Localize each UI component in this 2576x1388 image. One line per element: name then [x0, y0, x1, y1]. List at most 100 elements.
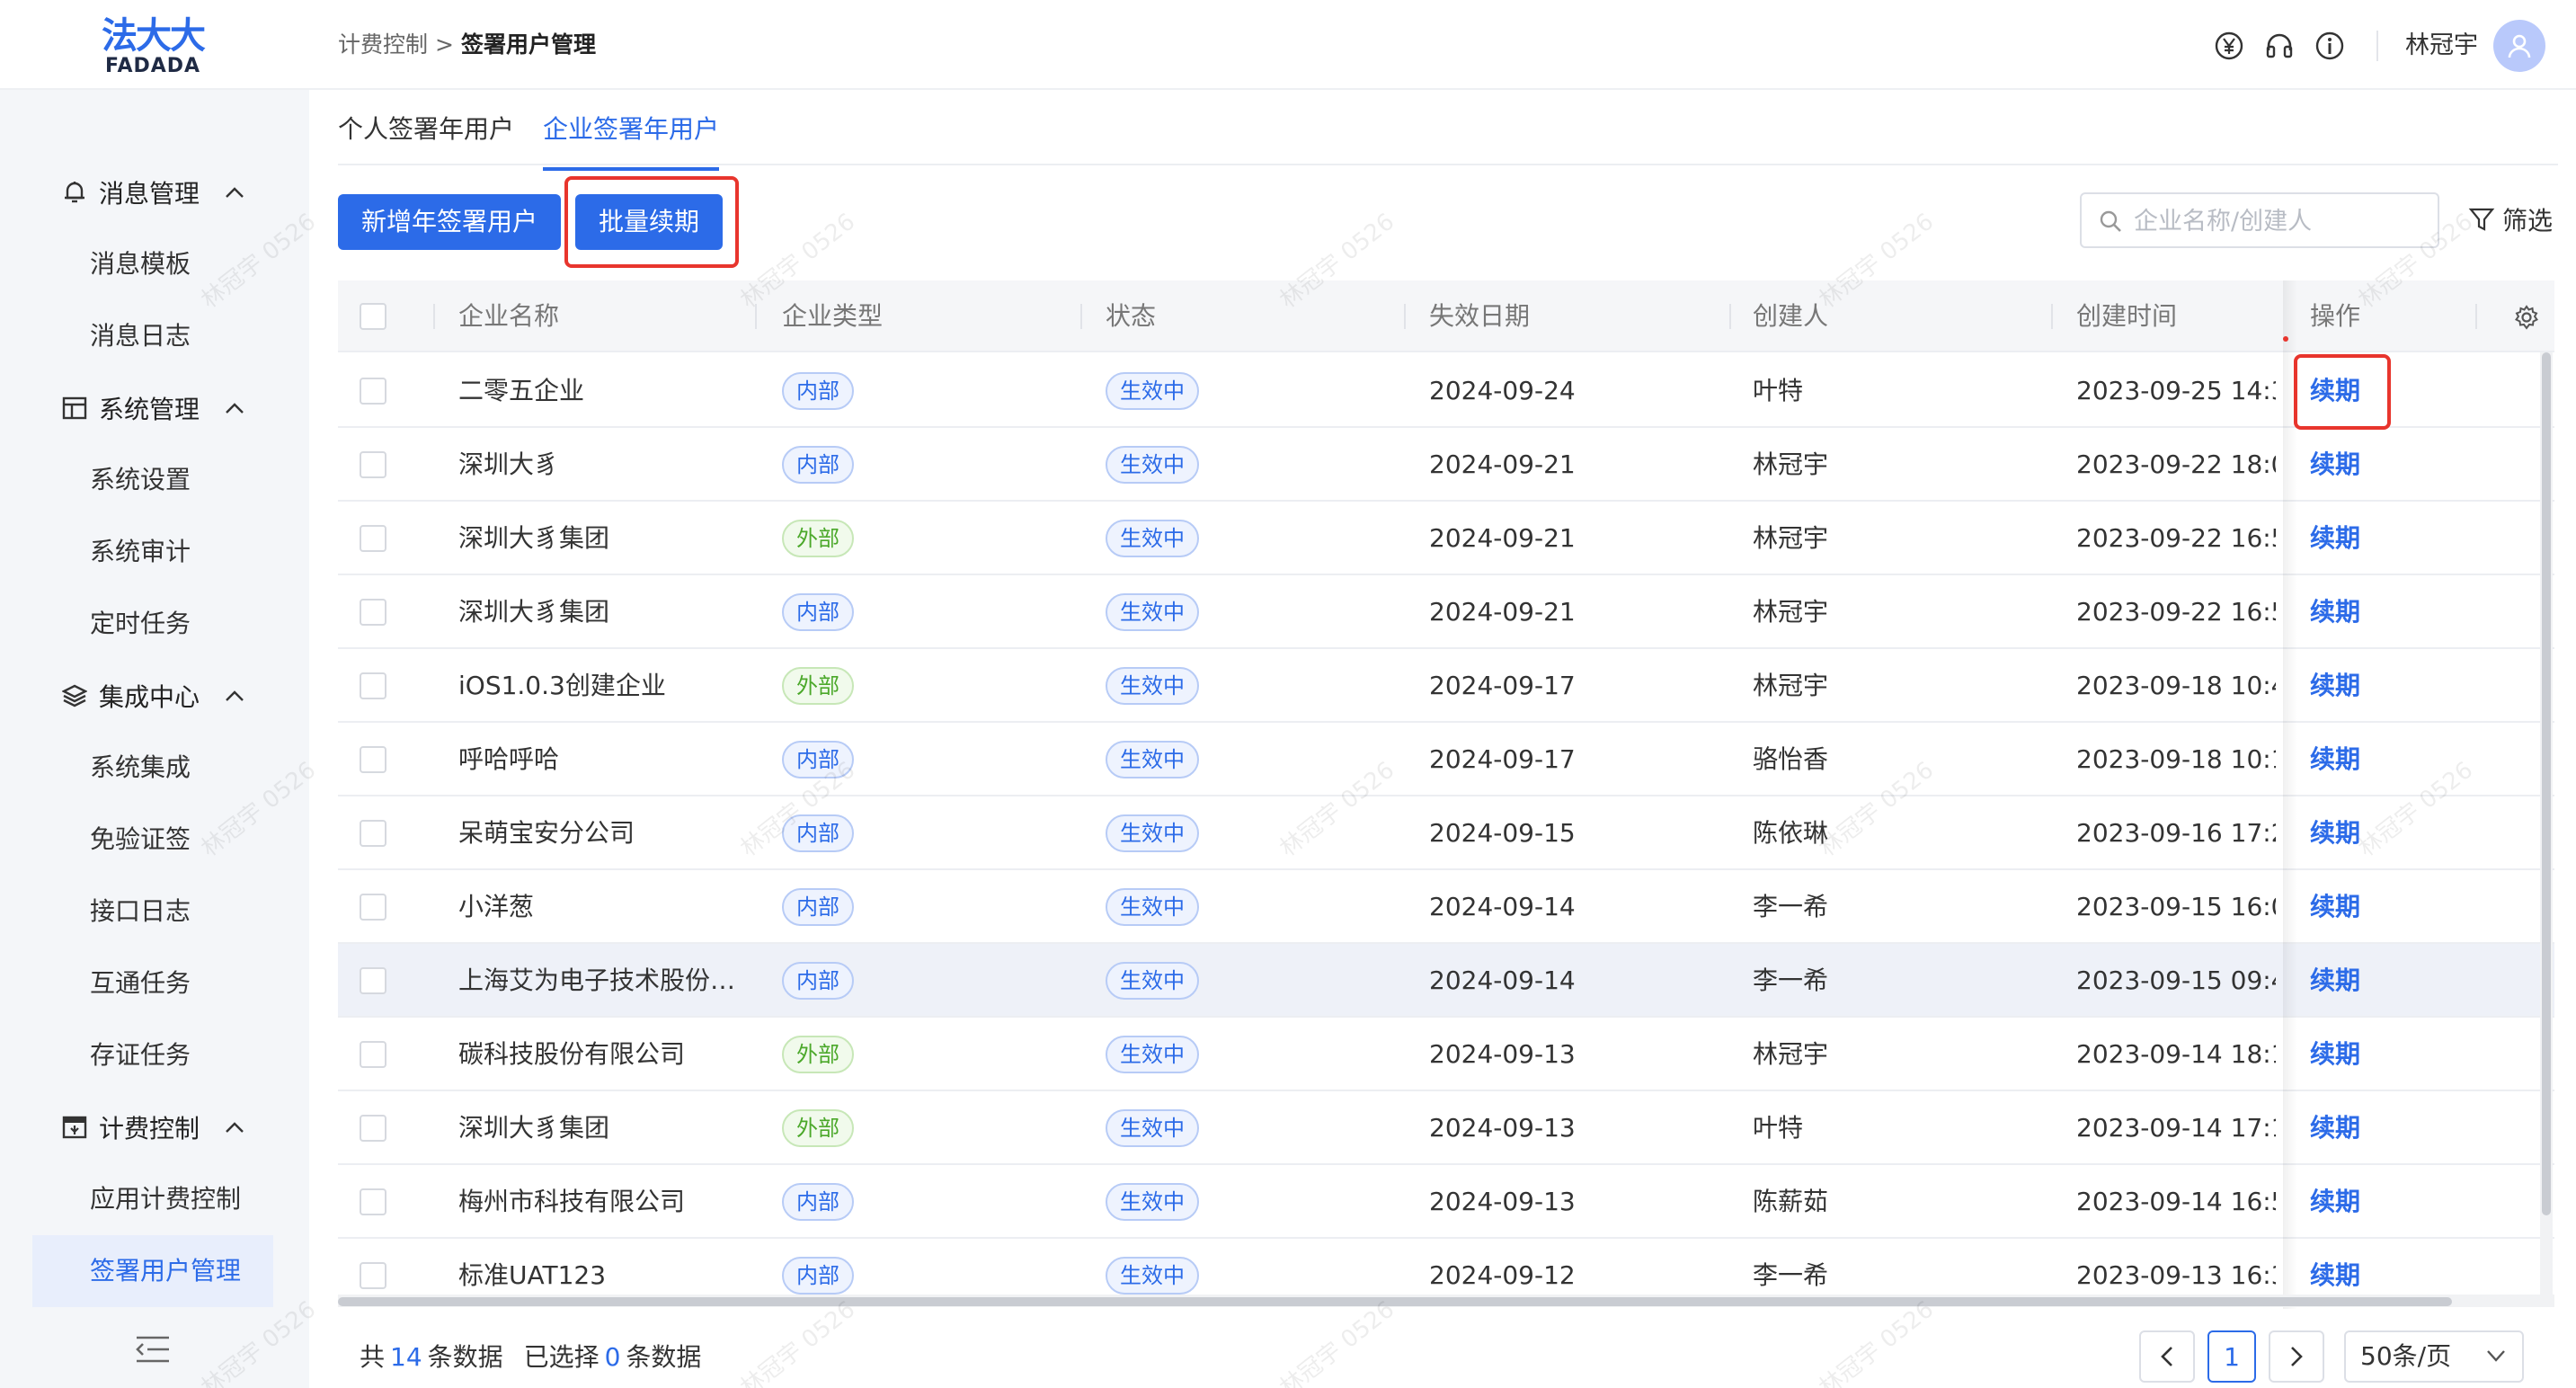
sidebar-item-message-log[interactable]: 消息日志	[90, 316, 191, 356]
renew-link[interactable]: 续期	[2310, 796, 2360, 870]
gear-icon[interactable]	[2513, 304, 2540, 331]
renew-link[interactable]: 续期	[2310, 1018, 2360, 1091]
renew-link[interactable]: 续期	[2310, 649, 2360, 723]
status-badge: 生效中	[1106, 888, 1199, 926]
sidebar-item-system-audit[interactable]: 系统审计	[90, 532, 191, 572]
horizontal-scrollbar[interactable]	[338, 1295, 2554, 1307]
row-checkbox[interactable]	[360, 894, 386, 921]
tab-enterprise-annual-users[interactable]: 企业签署年用户	[543, 111, 720, 171]
row-checkbox[interactable]	[360, 378, 386, 405]
column-separator	[2051, 304, 2053, 329]
table-row[interactable]: 呆萌宝安分公司 内部 生效中 2024-09-15 陈依琳 2023-09-16 17:2…	[338, 796, 2554, 870]
sidebar-item-verification-free-sign[interactable]: 免验证签	[90, 820, 191, 859]
billing-box-icon	[61, 1114, 88, 1141]
sidebar-group-message[interactable]: 消息管理	[61, 173, 244, 212]
sidebar-item-app-billing-control[interactable]: 应用计费控制	[90, 1179, 241, 1219]
row-checkbox[interactable]	[360, 1188, 386, 1215]
sidebar-item-system-settings[interactable]: 系统设置	[90, 460, 191, 500]
cell-creator: 林冠宇	[1753, 523, 1829, 553]
renew-link[interactable]: 续期	[2310, 944, 2360, 1018]
row-checkbox[interactable]	[360, 1115, 386, 1142]
renew-link[interactable]: 续期	[2310, 575, 2360, 649]
row-checkbox[interactable]	[360, 599, 386, 626]
highlight-batch-renew	[564, 176, 739, 268]
search-input[interactable]	[2134, 203, 2421, 239]
headset-icon[interactable]	[2263, 30, 2296, 62]
collapse-menu-icon[interactable]	[135, 1334, 171, 1365]
cell-creator: 陈依琳	[1753, 818, 1829, 848]
sidebar-item-evidence-tasks[interactable]: 存证任务	[90, 1036, 191, 1075]
row-checkbox[interactable]	[360, 1041, 386, 1068]
cell-enterprise-name: 深圳大豸	[458, 449, 560, 479]
chevron-up-icon	[226, 690, 244, 701]
select-all-checkbox[interactable]	[360, 303, 386, 330]
vertical-scrollbar[interactable]	[2540, 352, 2553, 1305]
breadcrumb-parent[interactable]: 计费控制	[338, 31, 428, 58]
filter-button[interactable]: 筛选	[2468, 201, 2553, 237]
row-checkbox[interactable]	[360, 451, 386, 478]
table-row[interactable]: 深圳大豸 内部 生效中 2024-09-21 林冠宇 2023-09-22 18:01 续期	[338, 428, 2554, 502]
table-row[interactable]: 梅州市科技有限公司 内部 生效中 2024-09-13 陈薪茹 2023-09-14 16…	[338, 1165, 2554, 1239]
sidebar-item-sign-user-management[interactable]: 签署用户管理	[32, 1235, 273, 1307]
table-row[interactable]: 小洋葱 内部 生效中 2024-09-14 李一希 2023-09-15 16:08 续期	[338, 870, 2554, 944]
enterprise-type-tag: 内部	[782, 446, 854, 484]
page-number-button[interactable]: 1	[2207, 1330, 2256, 1383]
table-row[interactable]: 上海艾为电子技术股份… 内部 生效中 2024-09-14 李一希 2023-09-15 …	[338, 944, 2554, 1018]
cell-expire-date: 2024-09-21	[1429, 523, 1576, 553]
renew-link[interactable]: 续期	[2310, 723, 2360, 796]
table-row[interactable]: 二零五企业内部生效中2024-09-24叶特2023-09-25 14:35续期	[338, 354, 2554, 428]
yen-circle-icon[interactable]	[2213, 30, 2245, 62]
search-box[interactable]	[2080, 192, 2439, 248]
cell-enterprise-name: 小洋葱	[458, 892, 535, 921]
row-checkbox[interactable]	[360, 967, 386, 994]
next-page-button[interactable]	[2269, 1330, 2324, 1383]
table-row[interactable]: iOS1.0.3创建企业 外部 生效中 2024-09-17 林冠宇 2023-09-18…	[338, 649, 2554, 723]
sidebar-item-interop-tasks[interactable]: 互通任务	[90, 964, 191, 1003]
row-checkbox[interactable]	[360, 746, 386, 773]
header-divider	[2376, 31, 2378, 61]
table-row[interactable]: 碳科技股份有限公司 外部 生效中 2024-09-13 林冠宇 2023-09-14 18…	[338, 1018, 2554, 1091]
horizontal-scroll-thumb[interactable]	[338, 1297, 2452, 1306]
sidebar-group-system[interactable]: 系统管理	[61, 388, 244, 428]
total-count: 14	[390, 1342, 422, 1372]
renew-link[interactable]: 续期	[2310, 428, 2360, 502]
cell-created-time: 2023-09-15 09:41	[2076, 965, 2276, 995]
renew-link[interactable]: 续期	[2310, 870, 2360, 944]
row-checkbox[interactable]	[360, 672, 386, 699]
cell-created-time: 2023-09-22 16:59	[2076, 597, 2276, 627]
sidebar-item-system-integration[interactable]: 系统集成	[90, 748, 191, 787]
row-checkbox[interactable]	[360, 820, 386, 847]
row-checkbox[interactable]	[360, 525, 386, 552]
sidebar-item-message-template[interactable]: 消息模板	[90, 245, 191, 284]
sidebar-item-scheduled-tasks[interactable]: 定时任务	[90, 604, 191, 644]
page-size-select[interactable]: 50条/页	[2344, 1330, 2524, 1383]
enterprise-type-tag: 内部	[782, 372, 854, 410]
chevron-up-icon	[226, 403, 244, 414]
cell-created-time: 2023-09-15 16:08	[2076, 892, 2276, 921]
renew-link[interactable]: 续期	[2310, 1091, 2360, 1165]
table-row[interactable]: 深圳大豸集团 外部 生效中 2024-09-13 叶特 2023-09-14 17:13 续…	[338, 1091, 2554, 1165]
sidebar-group-integration[interactable]: 集成中心	[61, 676, 244, 716]
table-row[interactable]: 呼哈呼哈 内部 生效中 2024-09-17 骆怡香 2023-09-18 10:13 续期	[338, 723, 2554, 796]
avatar[interactable]	[2493, 20, 2545, 72]
prev-page-button[interactable]	[2139, 1330, 2195, 1383]
renew-link[interactable]: 续期	[2310, 1165, 2360, 1239]
tab-personal-annual-users[interactable]: 个人签署年用户	[338, 111, 514, 171]
table-row[interactable]: 深圳大豸集团 内部 生效中 2024-09-21 林冠宇 2023-09-22 16:59…	[338, 575, 2554, 649]
sidebar-item-api-log[interactable]: 接口日志	[90, 892, 191, 931]
renew-link[interactable]: 续期	[2310, 502, 2360, 575]
selected-count: 0	[604, 1342, 621, 1372]
user-name[interactable]: 林冠宇	[2405, 29, 2478, 63]
cell-enterprise-name: 深圳大豸集团	[458, 597, 610, 627]
info-circle-icon[interactable]	[2314, 30, 2346, 62]
enterprise-type-tag: 外部	[782, 667, 854, 705]
status-badge: 生效中	[1106, 1183, 1199, 1221]
layout-icon	[61, 395, 88, 422]
sidebar-group-billing[interactable]: 计费控制	[61, 1108, 244, 1147]
row-checkbox[interactable]	[360, 1262, 386, 1289]
cell-creator: 骆怡香	[1753, 744, 1829, 774]
add-annual-sign-user-button[interactable]: 新增年签署用户	[338, 194, 561, 250]
table-row[interactable]: 深圳大豸集团 外部 生效中 2024-09-21 林冠宇 2023-09-22 16:59…	[338, 502, 2554, 575]
vertical-scroll-thumb[interactable]	[2542, 352, 2551, 1215]
fadada-logo[interactable]: 法大大 FADADA	[97, 16, 209, 77]
